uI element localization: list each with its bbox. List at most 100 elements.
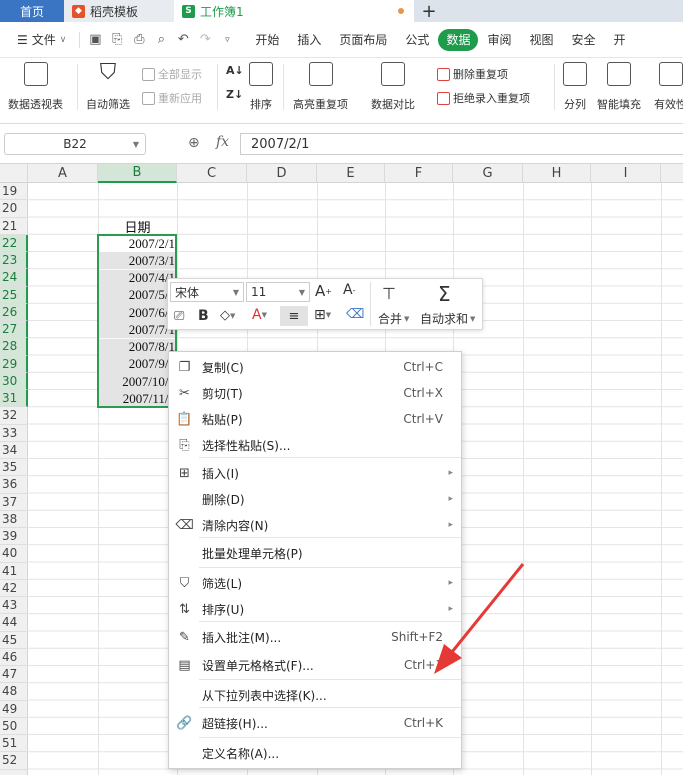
reapply-button[interactable]: 重新应用 xyxy=(142,90,202,106)
highlight-duplicates-button[interactable]: 高亮重复项 xyxy=(293,62,348,112)
merge-cells-button[interactable]: 合并 ▼ xyxy=(378,310,409,327)
row-header-22[interactable]: 22 xyxy=(0,234,28,252)
fill-color-icon[interactable]: ◇ ▼ xyxy=(220,308,235,323)
row-header-37[interactable]: 37 xyxy=(0,494,28,511)
row-header-52[interactable]: 52 xyxy=(0,752,28,770)
row-header-29[interactable]: 29 xyxy=(0,355,28,373)
sort-ascending-icon[interactable]: A↓ xyxy=(226,64,244,77)
context-menu-item[interactable]: 批量处理单元格(P) xyxy=(169,540,461,566)
row-header-31[interactable]: 31 xyxy=(0,390,28,408)
date-cell[interactable]: 2007/6/1 xyxy=(98,304,177,321)
reject-duplicates-button[interactable]: 拒绝录入重复项 xyxy=(437,90,530,106)
row-header-19[interactable]: 19 xyxy=(0,183,28,201)
row-header-40[interactable]: 40 xyxy=(0,545,28,563)
row-header-32[interactable]: 32 xyxy=(0,407,28,425)
row-header-21[interactable]: 21 xyxy=(0,218,28,235)
menu-item-insert[interactable]: 插入 xyxy=(288,29,330,51)
date-cell[interactable]: 2007/5/1 xyxy=(98,286,177,304)
column-header-f[interactable]: F xyxy=(385,164,453,183)
tab-home[interactable]: 首页 xyxy=(0,0,64,22)
row-header-47[interactable]: 47 xyxy=(0,666,28,684)
date-cell[interactable]: 2007/10/1 xyxy=(98,373,177,390)
row-header-20[interactable]: 20 xyxy=(0,200,28,218)
undo-icon[interactable]: ↶ xyxy=(172,29,194,51)
sort-button[interactable]: 排序 xyxy=(249,62,273,112)
redo-icon[interactable]: ↷ xyxy=(194,29,216,51)
formula-input[interactable]: 2007/2/1 xyxy=(240,133,683,155)
export-icon[interactable]: ⎘ xyxy=(106,29,128,51)
row-header-46[interactable]: 46 xyxy=(0,649,28,666)
date-cell[interactable]: 2007/4/1 xyxy=(98,269,177,287)
split-columns-button[interactable]: 分列 xyxy=(563,62,587,112)
row-header-30[interactable]: 30 xyxy=(0,372,28,390)
smart-fill-button[interactable]: 智能填充 xyxy=(597,62,641,112)
decrease-font-icon[interactable]: A- xyxy=(343,282,355,298)
new-tab-button[interactable]: + xyxy=(414,0,444,22)
column-header-e[interactable]: E xyxy=(317,164,385,183)
borders-icon[interactable]: ⊞ ▼ xyxy=(314,307,331,323)
row-header-42[interactable]: 42 xyxy=(0,580,28,597)
context-menu-item[interactable]: 🔗 超链接(H)... Ctrl+K xyxy=(169,710,461,736)
context-menu-item[interactable]: ❐ 复制(C) Ctrl+C xyxy=(169,354,461,380)
menu-item-home[interactable]: 开始 xyxy=(246,29,288,51)
row-header-26[interactable]: 26 xyxy=(0,303,28,321)
format-painter-icon[interactable]: ⎚ xyxy=(174,309,184,324)
print-icon[interactable]: ⎙ xyxy=(128,29,150,51)
date-cell[interactable]: 2007/11/1 xyxy=(98,390,177,408)
row-header-49[interactable]: 49 xyxy=(0,701,28,718)
context-menu-item[interactable]: ✎ 插入批注(M)... Shift+F2 xyxy=(169,624,461,650)
column-header-b[interactable]: B xyxy=(98,164,177,183)
increase-font-icon[interactable]: A + xyxy=(315,282,332,300)
menu-item-developer[interactable]: 开 xyxy=(605,29,635,51)
autosum-button[interactable]: 自动求和 ▼ xyxy=(420,310,475,327)
column-header-i[interactable]: I xyxy=(591,164,661,183)
row-header-33[interactable]: 33 xyxy=(0,425,28,442)
font-family-select[interactable]: 宋体 ▼ xyxy=(170,282,244,302)
fx-icon[interactable]: fx xyxy=(216,134,229,150)
row-header-36[interactable]: 36 xyxy=(0,476,28,494)
sort-descending-icon[interactable]: Z↓ xyxy=(226,88,243,101)
align-center-icon[interactable]: ≡ xyxy=(280,306,308,326)
bold-icon[interactable]: B xyxy=(198,308,209,324)
row-header-39[interactable]: 39 xyxy=(0,528,28,546)
date-cell[interactable]: 2007/2/1 xyxy=(98,235,177,252)
merge-cells-icon[interactable]: ⊤ xyxy=(382,284,396,303)
show-all-button[interactable]: 全部显示 xyxy=(142,66,202,82)
clear-format-icon[interactable]: ⌫ xyxy=(346,307,364,322)
column-header-d[interactable]: D xyxy=(247,164,317,183)
pivot-table-button[interactable]: 数据透视表 xyxy=(8,62,63,112)
context-menu-item[interactable]: 定义名称(A)... xyxy=(169,740,461,766)
select-all-corner[interactable] xyxy=(0,164,28,183)
context-menu-item[interactable]: ⎘ 选择性粘贴(S)... xyxy=(169,432,461,458)
name-box[interactable]: B22 ▼ xyxy=(4,133,146,155)
menu-item-page-layout[interactable]: 页面布局 xyxy=(330,29,396,51)
row-header-24[interactable]: 24 xyxy=(0,269,28,287)
row-header-43[interactable]: 43 xyxy=(0,597,28,615)
zoom-icon[interactable]: ⊕ xyxy=(188,135,200,151)
validity-button[interactable]: 有效性 xyxy=(654,62,683,112)
row-header-27[interactable]: 27 xyxy=(0,321,28,339)
remove-duplicates-button[interactable]: 删除重复项 xyxy=(437,66,508,82)
context-menu-item[interactable]: ⇅ 排序(U) ▸ xyxy=(169,596,461,622)
font-color-icon[interactable]: A ▼ xyxy=(252,307,267,323)
context-menu-item[interactable]: 从下拉列表中选择(K)... xyxy=(169,682,461,708)
data-compare-button[interactable]: 数据对比 xyxy=(371,62,415,112)
row-header-45[interactable]: 45 xyxy=(0,632,28,649)
menu-item-data[interactable]: 数据 xyxy=(438,28,479,51)
font-size-select[interactable]: 11 ▼ xyxy=(246,282,310,302)
file-menu-button[interactable]: ☰ 文件 ∨ xyxy=(8,29,75,51)
tab-template[interactable]: ◆ 稻壳模板 xyxy=(64,0,174,22)
menu-item-view[interactable]: 视图 xyxy=(520,29,562,51)
date-cell[interactable]: 2007/3/1 xyxy=(98,252,177,270)
date-cell[interactable]: 2007/8/1 xyxy=(98,338,177,356)
row-header-41[interactable]: 41 xyxy=(0,563,28,580)
row-header-28[interactable]: 28 xyxy=(0,338,28,356)
column-header-h[interactable]: H xyxy=(523,164,591,183)
cell-b21-header[interactable]: 日期 xyxy=(98,218,177,236)
row-header-38[interactable]: 38 xyxy=(0,511,28,528)
row-header-51[interactable]: 51 xyxy=(0,735,28,753)
context-menu-item[interactable]: 📋 粘贴(P) Ctrl+V xyxy=(169,406,461,432)
date-cell[interactable]: 2007/9/1 xyxy=(98,355,177,373)
date-cell[interactable]: 2007/7/1 xyxy=(98,321,177,339)
context-menu-item[interactable]: ⌫ 清除内容(N) ▸ xyxy=(169,512,461,538)
